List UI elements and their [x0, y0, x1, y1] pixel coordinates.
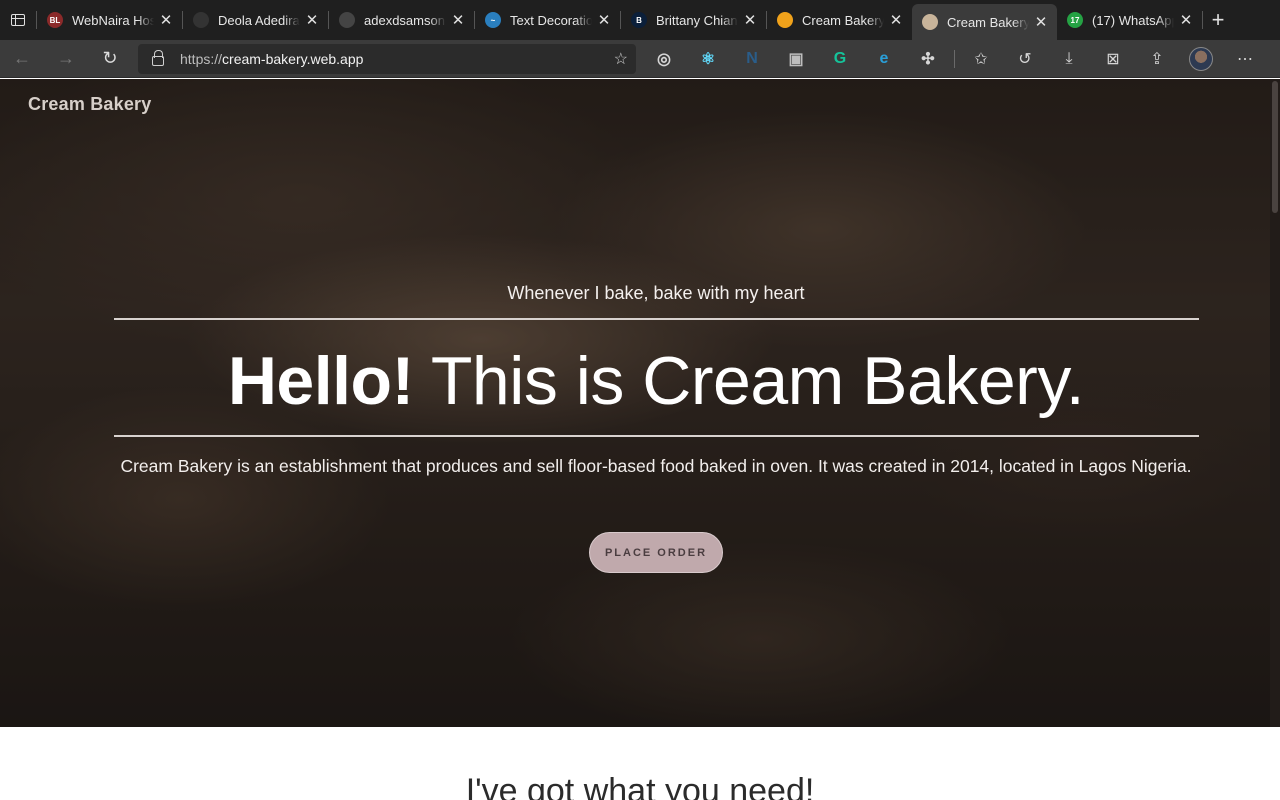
grammarly-button[interactable]: G	[818, 40, 862, 78]
forward-button[interactable]: →	[44, 40, 88, 78]
browser-toolbar: ← → ↻ https://cream-bakery.web.app ☆ ◎ ⚛ N…	[0, 40, 1280, 78]
tab-actions-icon	[11, 14, 25, 26]
tab-close-icon[interactable]: ✕	[450, 11, 466, 29]
react-devtools-icon: ⚛	[700, 50, 716, 68]
tab-close-icon[interactable]: ✕	[1033, 13, 1049, 31]
tab-favicon-icon: BL	[47, 12, 63, 28]
lock-icon	[152, 49, 164, 66]
tab-close-icon[interactable]: ✕	[888, 11, 904, 29]
url-scheme: https://	[180, 50, 223, 67]
tab-close-icon[interactable]: ✕	[742, 11, 758, 29]
copy-extension-button[interactable]: ▣	[774, 40, 818, 78]
hero-section: Cream Bakery Whenever I bake, bake with …	[0, 79, 1270, 727]
tab-favicon-icon	[777, 12, 793, 28]
tab-title: Text Decoration	[510, 12, 592, 28]
tab-strip: BLWebNaira Hosting✕Deola Adediran✕adexds…	[0, 0, 1280, 40]
tab-close-icon[interactable]: ✕	[1178, 11, 1194, 29]
avatar	[1189, 46, 1213, 71]
more-icon: ⋯	[1237, 50, 1253, 68]
circle-extension-button[interactable]: ◎	[642, 40, 686, 78]
toolbar-divider	[954, 49, 955, 68]
tab-favicon-icon	[193, 12, 209, 28]
browser-tab[interactable]: Deola Adediran ✕	[183, 0, 328, 40]
hero-description: Cream Bakery is an establishment that pr…	[120, 456, 1192, 476]
history-button[interactable]: ↺	[1003, 40, 1047, 78]
notion-extension-icon: N	[746, 49, 758, 67]
profile-button[interactable]	[1179, 40, 1223, 78]
hero-headline: Hello! This is Cream Bakery.	[0, 341, 1270, 421]
section-title: I've got what you need!	[465, 772, 815, 800]
edge-extension-button[interactable]: e	[862, 40, 906, 78]
web-page: Cream Bakery Whenever I bake, bake with …	[0, 79, 1280, 800]
downloads-button[interactable]: ⤓	[1047, 40, 1091, 78]
tab-favicon-icon: B	[631, 12, 647, 28]
refresh-button[interactable]: ↻	[88, 40, 132, 78]
grammarly-icon: G	[833, 49, 847, 67]
back-button[interactable]: ←	[0, 40, 44, 78]
puzzle-extensions-button[interactable]: ✣	[906, 40, 950, 78]
favorites-button[interactable]: ✩	[959, 40, 1003, 78]
share-button[interactable]: ⇪	[1135, 40, 1179, 78]
headline-text: This is Cream Bakery.	[413, 343, 1085, 419]
tab-favicon-icon	[922, 14, 938, 30]
tab-title: Cream Bakery	[802, 12, 884, 28]
arrow-left-icon: ←	[13, 48, 31, 68]
add-favorite-icon[interactable]: ☆	[614, 49, 628, 69]
arrow-right-icon: →	[57, 48, 75, 68]
tab-list: BLWebNaira Hosting✕Deola Adediran✕adexds…	[37, 0, 1202, 40]
tab-close-icon[interactable]: ✕	[596, 11, 612, 29]
tab-title: Brittany Chiang	[656, 12, 738, 28]
tab-title: Cream Bakery	[947, 14, 1029, 30]
browser-tab[interactable]: Cream Bakery ✕	[912, 4, 1057, 40]
tab-title: (17) WhatsApp	[1092, 12, 1174, 28]
puzzle-extensions-icon: ✣	[921, 50, 935, 68]
browser-tab[interactable]: 17 (17) WhatsApp ✕	[1057, 0, 1202, 40]
tab-close-icon[interactable]: ✕	[304, 11, 320, 29]
tab-favicon-icon: 17	[1067, 12, 1083, 28]
tab-close-icon[interactable]: ✕	[158, 11, 174, 29]
scrollbar-thumb[interactable]	[1272, 81, 1278, 213]
site-brand-link[interactable]: Cream Bakery	[28, 94, 151, 115]
new-tab-button[interactable]: +	[1203, 0, 1233, 40]
hero-divider-bottom	[114, 435, 1199, 437]
history-icon: ↺	[1018, 50, 1032, 68]
notion-extension-button[interactable]: N	[730, 40, 774, 78]
tab-actions-button[interactable]	[0, 0, 36, 40]
browser-tab[interactable]: B Brittany Chiang ✕	[621, 0, 766, 40]
tab-favicon-icon	[339, 12, 355, 28]
browser-tab[interactable]: ~ Text Decoration ✕	[475, 0, 620, 40]
browser-tab[interactable]: adexdsamson ✕	[329, 0, 474, 40]
share-icon: ⇪	[1150, 50, 1164, 68]
tab-favicon-icon: ~	[485, 12, 501, 28]
download-icon: ⤓	[1065, 49, 1073, 67]
tab-title: Deola Adediran	[218, 12, 300, 28]
copy-extension-icon: ▣	[788, 50, 804, 68]
settings-menu-button[interactable]: ⋯	[1223, 40, 1267, 78]
browser-tab[interactable]: Cream Bakery ✕	[767, 0, 912, 40]
address-url: https://cream-bakery.web.app	[180, 51, 614, 67]
tab-title: adexdsamson	[364, 12, 445, 28]
math-solver-icon: ⊠	[1106, 50, 1120, 68]
hero-divider-top	[114, 318, 1199, 320]
tab-title: WebNaira Hosting	[72, 12, 154, 28]
edge-extension-icon: e	[879, 49, 889, 67]
react-devtools-button[interactable]: ⚛	[686, 40, 730, 78]
browser-tab[interactable]: BL WebNaira Hosting✕	[37, 0, 182, 40]
place-order-button[interactable]: PLACE ORDER	[589, 532, 723, 573]
refresh-icon: ↻	[102, 48, 118, 68]
favorites-icon: ✩	[974, 50, 988, 68]
circle-extension-icon: ◎	[657, 50, 671, 68]
address-bar[interactable]: https://cream-bakery.web.app ☆	[138, 43, 636, 74]
hero-subheading: Whenever I bake, bake with my heart	[507, 283, 805, 303]
url-host: cream-bakery.web.app	[222, 50, 364, 67]
math-solver-button[interactable]: ⊠	[1091, 40, 1135, 78]
headline-greeting: Hello!	[227, 343, 414, 419]
extensions-bar: ◎ ⚛ N ▣ Ge ✣	[642, 40, 950, 78]
